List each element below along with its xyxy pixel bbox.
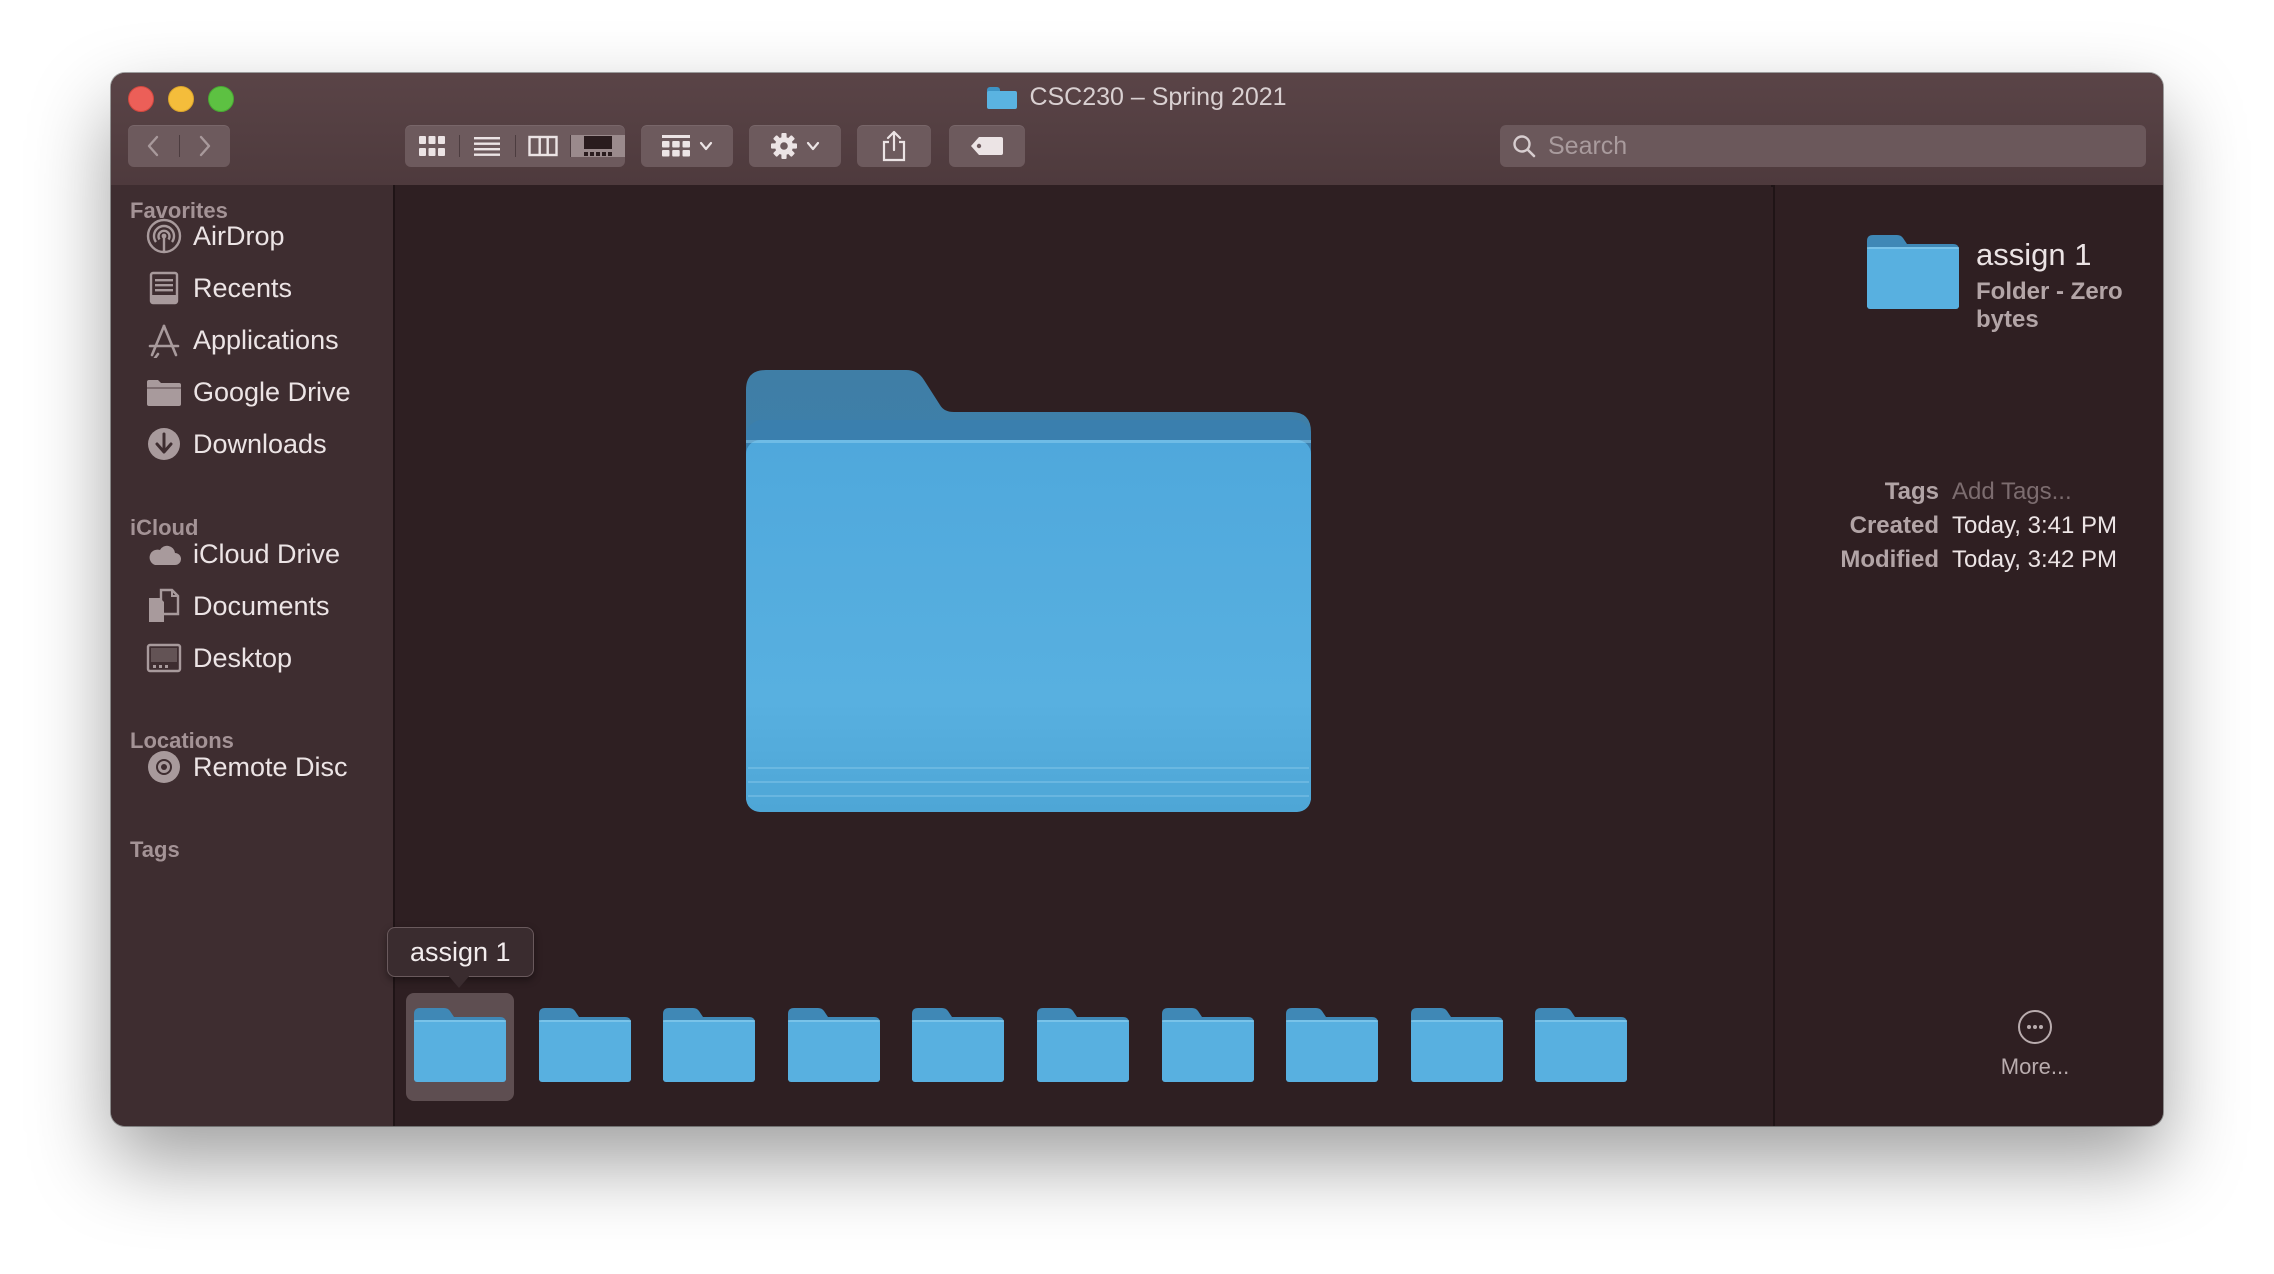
search-field[interactable]	[1500, 125, 2146, 167]
search-input[interactable]	[1546, 130, 2110, 162]
airdrop-icon	[145, 217, 183, 255]
list-icon	[474, 137, 501, 156]
recents-icon	[145, 269, 183, 307]
list-view-button[interactable]	[459, 135, 514, 157]
meta-value: Today, 3:42 PM	[1952, 546, 2117, 573]
tooltip-arrow	[447, 974, 471, 988]
sidebar-item-google-drive[interactable]: Google Drive	[145, 372, 351, 412]
meta-key: Modified	[1840, 546, 1939, 573]
gallery-thumbnail[interactable]	[1527, 993, 1635, 1101]
sidebar-item-downloads[interactable]: Downloads	[145, 424, 327, 464]
chevron-down-icon	[806, 141, 820, 151]
gallery-view: assign 1	[387, 185, 1771, 1126]
gallery-thumbnail[interactable]	[780, 993, 888, 1101]
sidebar-item-remote-disc[interactable]: Remote Disc	[145, 747, 348, 787]
gallery-thumbnail[interactable]	[1278, 993, 1386, 1101]
more-button[interactable]: More...	[1990, 1010, 2080, 1080]
share-button[interactable]	[857, 125, 931, 167]
view-mode-selector	[405, 125, 625, 167]
gallery-thumbnail[interactable]	[1403, 993, 1511, 1101]
more-label: More...	[2000, 1054, 2070, 1079]
sidebar-item-desktop[interactable]: Desktop	[145, 638, 292, 678]
meta-key: Created	[1849, 512, 1939, 539]
columns-icon	[527, 135, 558, 157]
preview-pane: assign 1 Folder - Zero bytes Tags Add Ta…	[1773, 185, 2163, 1126]
icon-view-button[interactable]	[405, 135, 459, 157]
folder-icon	[1867, 235, 1959, 309]
sidebar-item-documents[interactable]: Documents	[145, 586, 330, 626]
action-menu-button[interactable]	[749, 125, 841, 167]
chevron-right-icon	[199, 135, 210, 157]
forward-button[interactable]	[178, 135, 231, 157]
search-icon	[1513, 135, 1536, 158]
grid-icon	[419, 136, 446, 156]
gallery-thumbnail[interactable]	[655, 993, 763, 1101]
navigation-buttons	[128, 125, 230, 167]
back-button[interactable]	[128, 135, 179, 157]
folder-icon	[663, 1007, 755, 1087]
folder-icon	[1162, 1007, 1254, 1087]
meta-modified-row: Modified Today, 3:42 PM	[1775, 546, 2163, 578]
column-view-button[interactable]	[514, 135, 570, 157]
folder-icon	[1535, 1007, 1627, 1087]
applications-icon	[145, 321, 183, 359]
sidebar-item-icloud-drive[interactable]: iCloud Drive	[145, 534, 340, 574]
sidebar: Favorites AirDrop Recents Applications G…	[111, 185, 395, 1126]
tags-button[interactable]	[949, 125, 1025, 167]
gear-icon	[771, 133, 797, 159]
item-tooltip: assign 1	[387, 927, 534, 977]
chevron-down-icon	[699, 141, 713, 151]
gallery-icon	[583, 136, 612, 156]
meta-key: Tags	[1884, 478, 1939, 505]
documents-icon	[145, 587, 183, 625]
meta-tags-row: Tags Add Tags...	[1775, 478, 2163, 510]
sidebar-item-recents[interactable]: Recents	[145, 268, 292, 308]
toolbar: CSC230 – Spring 2021	[111, 73, 2163, 187]
sidebar-item-airdrop[interactable]: AirDrop	[145, 216, 285, 256]
add-tags-field[interactable]: Add Tags...	[1952, 478, 2072, 506]
folder-icon	[539, 1007, 631, 1087]
gallery-thumbnail[interactable]	[406, 993, 514, 1101]
sidebar-item-applications[interactable]: Applications	[145, 320, 339, 360]
ellipsis-icon	[2018, 1010, 2052, 1044]
share-icon	[882, 130, 906, 162]
gallery-thumbnail[interactable]	[1029, 993, 1137, 1101]
window-title: CSC230 – Spring 2021	[111, 83, 2163, 114]
folder-icon	[912, 1007, 1004, 1087]
folder-icon	[1286, 1007, 1378, 1087]
meta-value: Today, 3:41 PM	[1952, 512, 2117, 539]
gallery-thumbnail[interactable]	[904, 993, 1012, 1101]
gallery-thumbnail[interactable]	[531, 993, 639, 1101]
sidebar-section-tags: Tags	[130, 837, 180, 862]
downloads-icon	[145, 425, 183, 463]
file-name: assign 1	[1976, 237, 2092, 272]
gallery-view-button[interactable]	[569, 135, 625, 157]
folder-icon	[987, 86, 1018, 109]
group-by-button[interactable]	[641, 125, 733, 167]
group-grid-icon	[662, 135, 690, 157]
chevron-left-icon	[148, 135, 159, 157]
cloud-icon	[145, 535, 183, 573]
meta-created-row: Created Today, 3:41 PM	[1775, 512, 2163, 544]
disc-icon	[145, 748, 183, 786]
file-kind: Folder - Zero bytes	[1976, 278, 2123, 333]
desktop-icon	[145, 639, 183, 677]
finder-window: CSC230 – Spring 2021 Search Favorites Ai…	[111, 73, 2163, 1126]
folder-icon	[1411, 1007, 1503, 1087]
gallery-thumbnail[interactable]	[1154, 993, 1262, 1101]
folder-icon	[414, 1007, 506, 1087]
tag-icon	[971, 137, 1003, 155]
folder-icon	[788, 1007, 880, 1087]
folder-icon	[1037, 1007, 1129, 1087]
folder-icon	[145, 373, 183, 411]
folder-preview-icon	[746, 370, 1311, 812]
